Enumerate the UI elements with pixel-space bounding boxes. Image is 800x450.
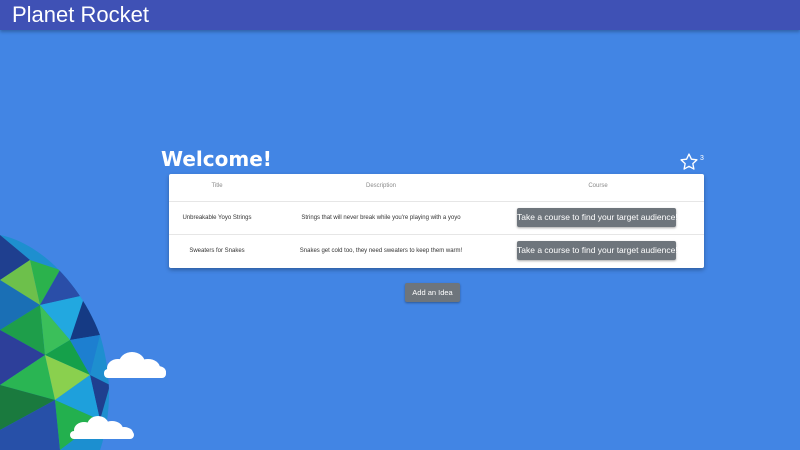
app-title: Planet Rocket [12, 2, 149, 27]
course-button[interactable]: Take a course to find your target audien… [517, 208, 678, 227]
column-header-description: Description [365, 183, 397, 189]
ideas-table: Title Description Course Unbreakable Yoy… [169, 174, 704, 268]
idea-title: Sweaters for Snakes [189, 248, 245, 254]
table-row: Sweaters for Snakes Snakes get cold too,… [169, 234, 704, 267]
welcome-heading: Welcome! [161, 147, 272, 171]
favorites-count: 3 [700, 155, 704, 162]
column-header-course: Course [588, 183, 608, 189]
table-row: Unbreakable Yoyo Strings Strings that wi… [169, 201, 704, 234]
idea-title: Unbreakable Yoyo Strings [182, 215, 252, 221]
idea-description: Snakes get cold too, they need sweaters … [299, 248, 463, 254]
add-idea-button[interactable]: Add an Idea [405, 283, 460, 302]
idea-description: Strings that will never break while you'… [301, 215, 461, 221]
star-icon[interactable] [679, 152, 699, 172]
column-header-title: Title [211, 183, 223, 189]
top-app-bar: Planet Rocket [0, 0, 800, 30]
planet-illustration [0, 235, 166, 450]
course-button[interactable]: Take a course to find your target audien… [517, 241, 678, 260]
